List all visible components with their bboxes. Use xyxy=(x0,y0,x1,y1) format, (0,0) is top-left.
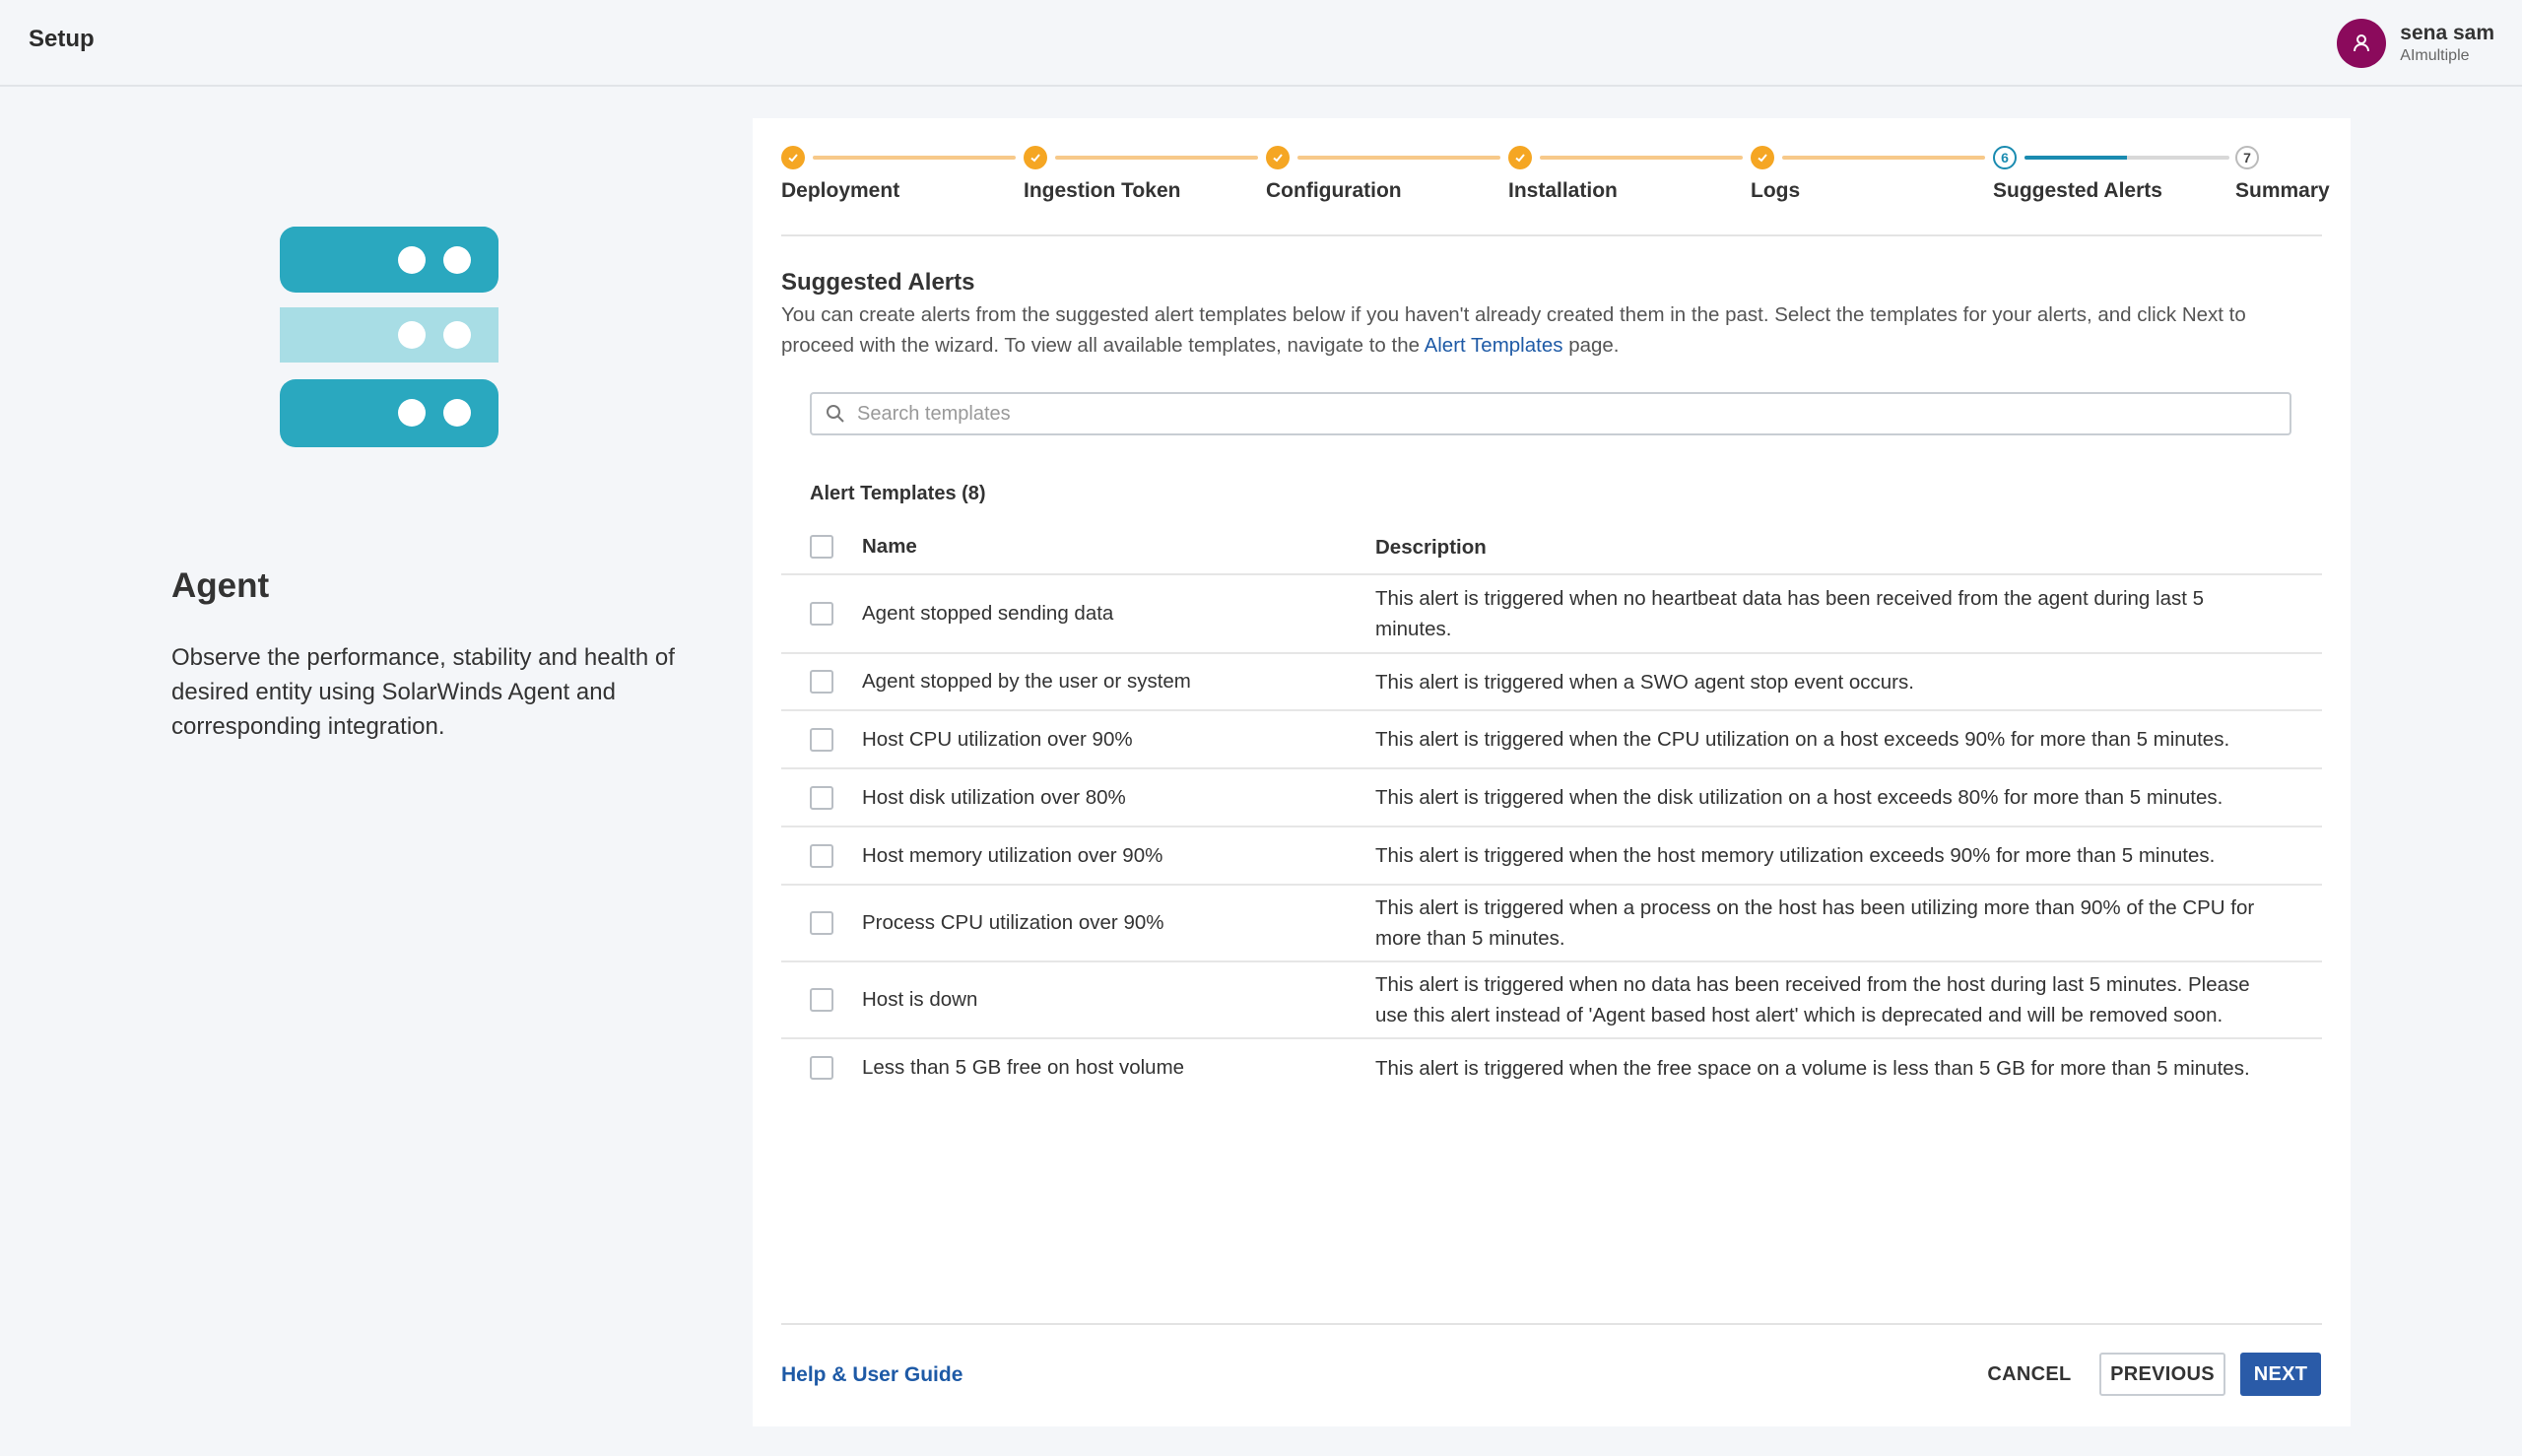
section-description: You can create alerts from the suggested… xyxy=(781,299,2322,361)
user-menu[interactable]: sena sam AImultiple xyxy=(2337,18,2494,69)
column-header-description: Description xyxy=(1375,535,1487,559)
template-name: Agent stopped sending data xyxy=(862,602,1114,625)
check-icon xyxy=(1266,146,1290,169)
check-icon xyxy=(1751,146,1774,169)
table-row[interactable]: Host CPU utilization over 90% This alert… xyxy=(781,711,2322,769)
top-bar: Setup sena sam AImultiple xyxy=(0,0,2522,87)
step-connector xyxy=(1055,156,1258,160)
step-label: Configuration xyxy=(1266,179,1402,202)
wizard-stepper: Deployment Ingestion Token Configuration… xyxy=(781,146,2330,234)
row-checkbox[interactable] xyxy=(810,911,833,935)
step-label: Suggested Alerts xyxy=(1993,179,2162,202)
step-number: 7 xyxy=(2235,146,2259,169)
step-number: 6 xyxy=(1993,146,2017,169)
user-organization: AImultiple xyxy=(2400,47,2470,64)
table-header: Name Description xyxy=(781,520,2322,575)
template-description: This alert is triggered when the free sp… xyxy=(1375,1056,2250,1080)
search-box[interactable] xyxy=(810,392,2291,435)
step-connector xyxy=(1782,156,1985,160)
user-icon xyxy=(2354,34,2370,52)
section-title: Suggested Alerts xyxy=(781,269,975,296)
check-icon xyxy=(781,146,805,169)
step-connector-current xyxy=(2024,156,2229,160)
alert-templates-table: Name Description Agent stopped sending d… xyxy=(781,520,2322,1096)
template-name: Host is down xyxy=(862,988,978,1011)
cancel-button[interactable]: CANCEL xyxy=(1982,1353,2077,1396)
page-title: Setup xyxy=(29,26,95,52)
check-icon xyxy=(1508,146,1532,169)
template-description: This alert is triggered when no heartbea… xyxy=(1375,587,2205,640)
table-row[interactable]: Host memory utilization over 90% This al… xyxy=(781,827,2322,886)
alert-templates-link[interactable]: Alert Templates xyxy=(1425,334,1563,357)
description-text-end: page. xyxy=(1562,334,1620,357)
template-name: Host memory utilization over 90% xyxy=(862,843,1163,867)
previous-button[interactable]: PREVIOUS xyxy=(2099,1353,2225,1396)
template-description: This alert is triggered when a process o… xyxy=(1375,896,2255,950)
column-header-name: Name xyxy=(862,535,917,558)
table-row[interactable]: Less than 5 GB free on host volume This … xyxy=(781,1039,2322,1096)
template-description: This alert is triggered when the host me… xyxy=(1375,844,2216,867)
table-row[interactable]: Agent stopped sending data This alert is… xyxy=(781,575,2322,654)
templates-count: Alert Templates (8) xyxy=(810,483,986,504)
template-name: Agent stopped by the user or system xyxy=(862,670,1191,693)
row-checkbox[interactable] xyxy=(810,785,833,810)
template-description: This alert is triggered when the disk ut… xyxy=(1375,786,2223,809)
divider xyxy=(781,1323,2322,1325)
search-input[interactable] xyxy=(857,402,2290,426)
divider xyxy=(781,234,2322,236)
template-name: Less than 5 GB free on host volume xyxy=(862,1056,1185,1079)
user-name: sena sam xyxy=(2400,22,2494,44)
integration-title: Agent xyxy=(171,566,270,605)
table-row[interactable]: Agent stopped by the user or system This… xyxy=(781,654,2322,711)
template-name: Host CPU utilization over 90% xyxy=(862,727,1133,751)
step-connector xyxy=(1540,156,1743,160)
row-checkbox[interactable] xyxy=(810,1056,833,1080)
row-checkbox[interactable] xyxy=(810,843,833,868)
template-description: This alert is triggered when the CPU uti… xyxy=(1375,728,2230,751)
table-row[interactable]: Process CPU utilization over 90% This al… xyxy=(781,886,2322,962)
step-label: Ingestion Token xyxy=(1024,179,1181,202)
template-name: Host disk utilization over 80% xyxy=(862,785,1126,809)
row-checkbox[interactable] xyxy=(810,727,833,752)
step-label: Logs xyxy=(1751,179,1801,202)
select-all-checkbox[interactable] xyxy=(810,535,833,559)
row-checkbox[interactable] xyxy=(810,602,833,626)
next-button[interactable]: NEXT xyxy=(2240,1353,2321,1396)
template-description: This alert is triggered when a SWO agent… xyxy=(1375,670,1914,694)
wizard-card: Deployment Ingestion Token Configuration… xyxy=(753,118,2351,1426)
template-description: This alert is triggered when no data has… xyxy=(1375,973,2250,1026)
step-connector xyxy=(813,156,1016,160)
avatar[interactable] xyxy=(2337,19,2387,68)
step-label: Deployment xyxy=(781,179,900,202)
template-name: Process CPU utilization over 90% xyxy=(862,911,1164,934)
step-label: Installation xyxy=(1508,179,1618,202)
table-row[interactable]: Host disk utilization over 80% This aler… xyxy=(781,769,2322,827)
table-row[interactable]: Host is down This alert is triggered whe… xyxy=(781,962,2322,1039)
row-checkbox[interactable] xyxy=(810,670,833,694)
check-icon xyxy=(1024,146,1047,169)
step-connector xyxy=(1297,156,1500,160)
search-icon xyxy=(827,405,844,423)
integration-description: Observe the performance, stability and h… xyxy=(171,644,675,740)
help-user-guide-link[interactable]: Help & User Guide xyxy=(781,1363,962,1387)
agent-server-icon xyxy=(280,227,498,447)
row-checkbox[interactable] xyxy=(810,988,833,1012)
step-label: Summary xyxy=(2235,179,2330,202)
